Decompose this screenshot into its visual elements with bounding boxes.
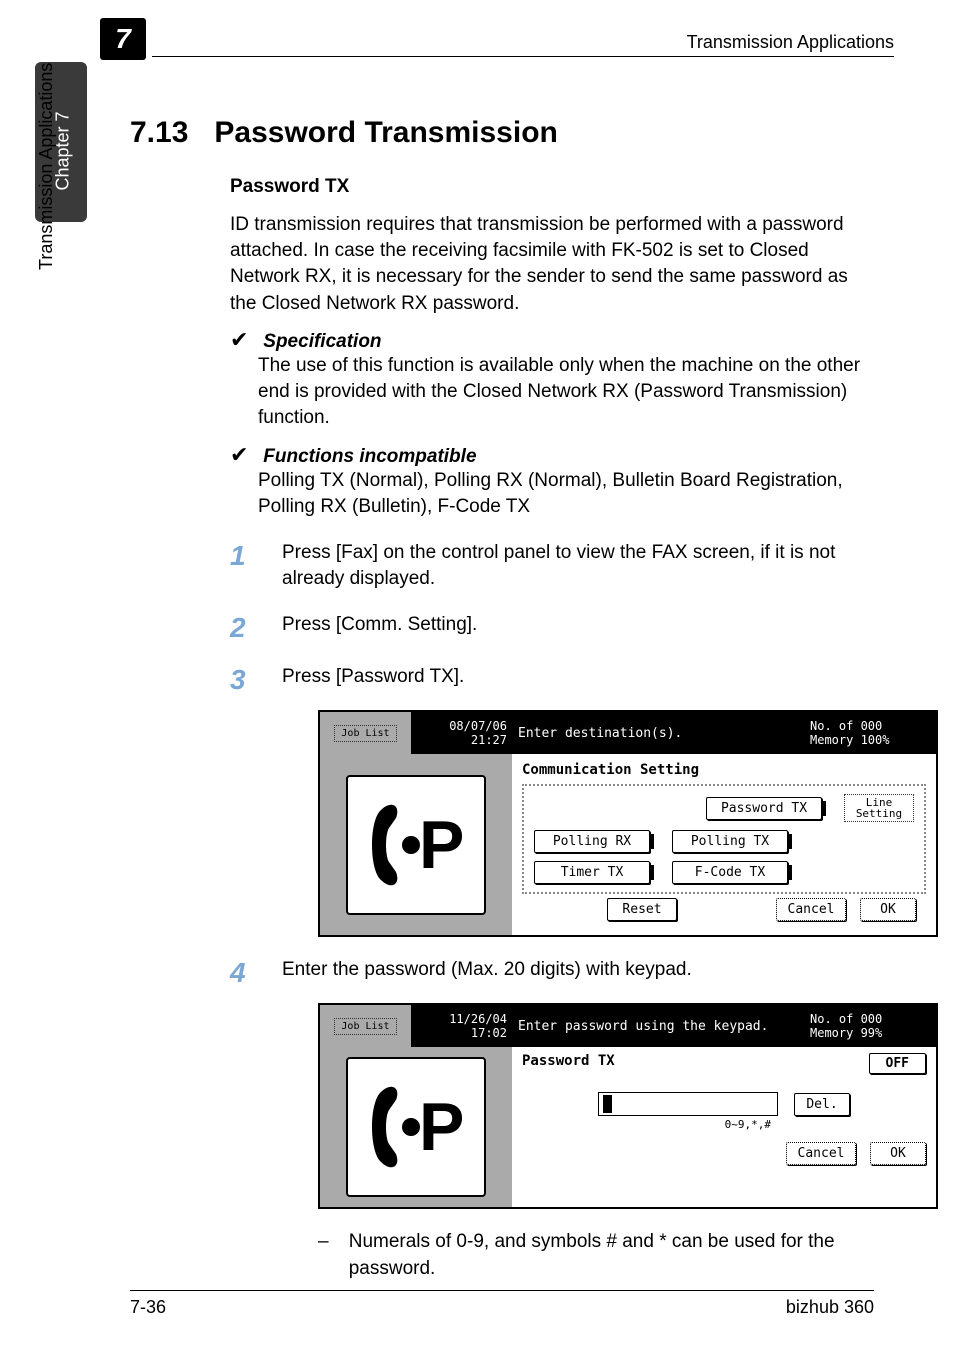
spec-2-body: Polling TX (Normal), Polling RX (Normal)… bbox=[258, 468, 874, 520]
section-title: Password TX bbox=[522, 1053, 615, 1074]
screenshot-comm-setting: Job List 08/07/06 21:27 Enter destinatio… bbox=[318, 710, 938, 937]
step-3: 3 Press [Password TX]. bbox=[230, 664, 874, 696]
del-button[interactable]: Del. bbox=[794, 1093, 850, 1116]
svg-text:P: P bbox=[419, 807, 464, 883]
note-text: Numerals of 0-9, and symbols # and * can… bbox=[349, 1229, 874, 1281]
intro-paragraph: ID transmission requires that transmissi… bbox=[230, 212, 874, 317]
step-text: Press [Fax] on the control panel to view… bbox=[282, 540, 874, 592]
sidebar-section: Transmission Applications bbox=[36, 63, 57, 270]
job-list-button[interactable]: Job List bbox=[320, 1005, 412, 1047]
memory-status: No. of 000 Memory 99% bbox=[806, 1005, 936, 1047]
model-name: bizhub 360 bbox=[786, 1297, 874, 1318]
button-group: Password TX LineSetting Polling RX Polli… bbox=[522, 784, 926, 894]
step-number: 2 bbox=[230, 612, 254, 644]
cursor-icon bbox=[603, 1095, 612, 1113]
reset-button[interactable]: Reset bbox=[607, 898, 677, 921]
check-icon: ✔ bbox=[230, 442, 258, 468]
spec-2: ✔ Functions incompatible bbox=[230, 442, 874, 468]
step-text: Enter the password (Max. 20 digits) with… bbox=[282, 957, 874, 989]
ok-button[interactable]: OK bbox=[860, 898, 916, 921]
memory-status: No. of 000 Memory 100% bbox=[806, 712, 936, 754]
job-list-button[interactable]: Job List bbox=[320, 712, 412, 754]
job-list-label: Job List bbox=[334, 725, 396, 742]
input-hint: 0~9,*,# bbox=[725, 1118, 771, 1131]
cancel-button[interactable]: Cancel bbox=[786, 1142, 856, 1165]
prompt: Enter password using the keypad. bbox=[512, 1005, 806, 1047]
page-number: 7-36 bbox=[130, 1297, 166, 1318]
date: 08/07/06 bbox=[449, 719, 507, 733]
heading-title: Password Transmission bbox=[214, 116, 557, 150]
header-right: Transmission Applications bbox=[687, 32, 894, 53]
step-number: 4 bbox=[230, 957, 254, 989]
step-2: 2 Press [Comm. Setting]. bbox=[230, 612, 874, 644]
svg-text:P: P bbox=[419, 1089, 464, 1165]
phone-p-icon: P bbox=[346, 775, 486, 915]
note: – Numerals of 0-9, and symbols # and * c… bbox=[318, 1229, 874, 1281]
step-text: Press [Password TX]. bbox=[282, 664, 874, 696]
step-4: 4 Enter the password (Max. 20 digits) wi… bbox=[230, 957, 874, 989]
password-tx-button[interactable]: Password TX bbox=[706, 797, 822, 820]
mode-icon-panel: P bbox=[320, 754, 512, 935]
mode-icon-panel: P bbox=[320, 1047, 512, 1207]
cancel-button[interactable]: Cancel bbox=[776, 898, 846, 921]
dest-count: No. of 000 bbox=[810, 719, 932, 733]
datetime: 11/26/04 17:02 bbox=[412, 1005, 512, 1047]
screenshot-password-tx: Job List 11/26/04 17:02 Enter password u… bbox=[318, 1003, 938, 1209]
heading-number: 7.13 bbox=[130, 116, 188, 150]
spec-1-body: The use of this function is available on… bbox=[258, 353, 874, 432]
password-input[interactable]: 0~9,*,# bbox=[598, 1092, 778, 1116]
spec-1: ✔ Specification bbox=[230, 327, 874, 353]
datetime: 08/07/06 21:27 bbox=[412, 712, 512, 754]
time: 21:27 bbox=[471, 733, 507, 747]
fcode-tx-button[interactable]: F-Code TX bbox=[672, 861, 788, 884]
step-text: Press [Comm. Setting]. bbox=[282, 612, 874, 644]
chapter-badge: 7 bbox=[100, 18, 146, 60]
spec-1-title: Specification bbox=[263, 331, 381, 352]
job-list-label: Job List bbox=[334, 1018, 396, 1035]
section-title: Communication Setting bbox=[522, 762, 926, 778]
header-rule bbox=[152, 56, 894, 57]
heading-2: Password TX bbox=[230, 176, 874, 198]
phone-p-icon: P bbox=[346, 1057, 486, 1197]
polling-rx-button[interactable]: Polling RX bbox=[534, 830, 650, 853]
timer-tx-button[interactable]: Timer TX bbox=[534, 861, 650, 884]
time: 17:02 bbox=[471, 1026, 507, 1040]
footer: 7-36 bizhub 360 bbox=[130, 1290, 874, 1318]
check-icon: ✔ bbox=[230, 327, 258, 353]
prompt: Enter destination(s). bbox=[512, 712, 806, 754]
step-1: 1 Press [Fax] on the control panel to vi… bbox=[230, 540, 874, 592]
dest-count: No. of 000 bbox=[810, 1012, 932, 1026]
memory-pct: Memory 99% bbox=[810, 1026, 932, 1040]
step-number: 3 bbox=[230, 664, 254, 696]
heading-1: 7.13 Password Transmission bbox=[130, 116, 874, 150]
step-number: 1 bbox=[230, 540, 254, 592]
ok-button[interactable]: OK bbox=[870, 1142, 926, 1165]
date: 11/26/04 bbox=[449, 1012, 507, 1026]
spec-2-title: Functions incompatible bbox=[263, 446, 476, 467]
line-setting-button[interactable]: LineSetting bbox=[844, 794, 914, 822]
memory-pct: Memory 100% bbox=[810, 733, 932, 747]
off-button[interactable]: OFF bbox=[869, 1053, 926, 1074]
dash-icon: – bbox=[318, 1229, 331, 1281]
polling-tx-button[interactable]: Polling TX bbox=[672, 830, 788, 853]
